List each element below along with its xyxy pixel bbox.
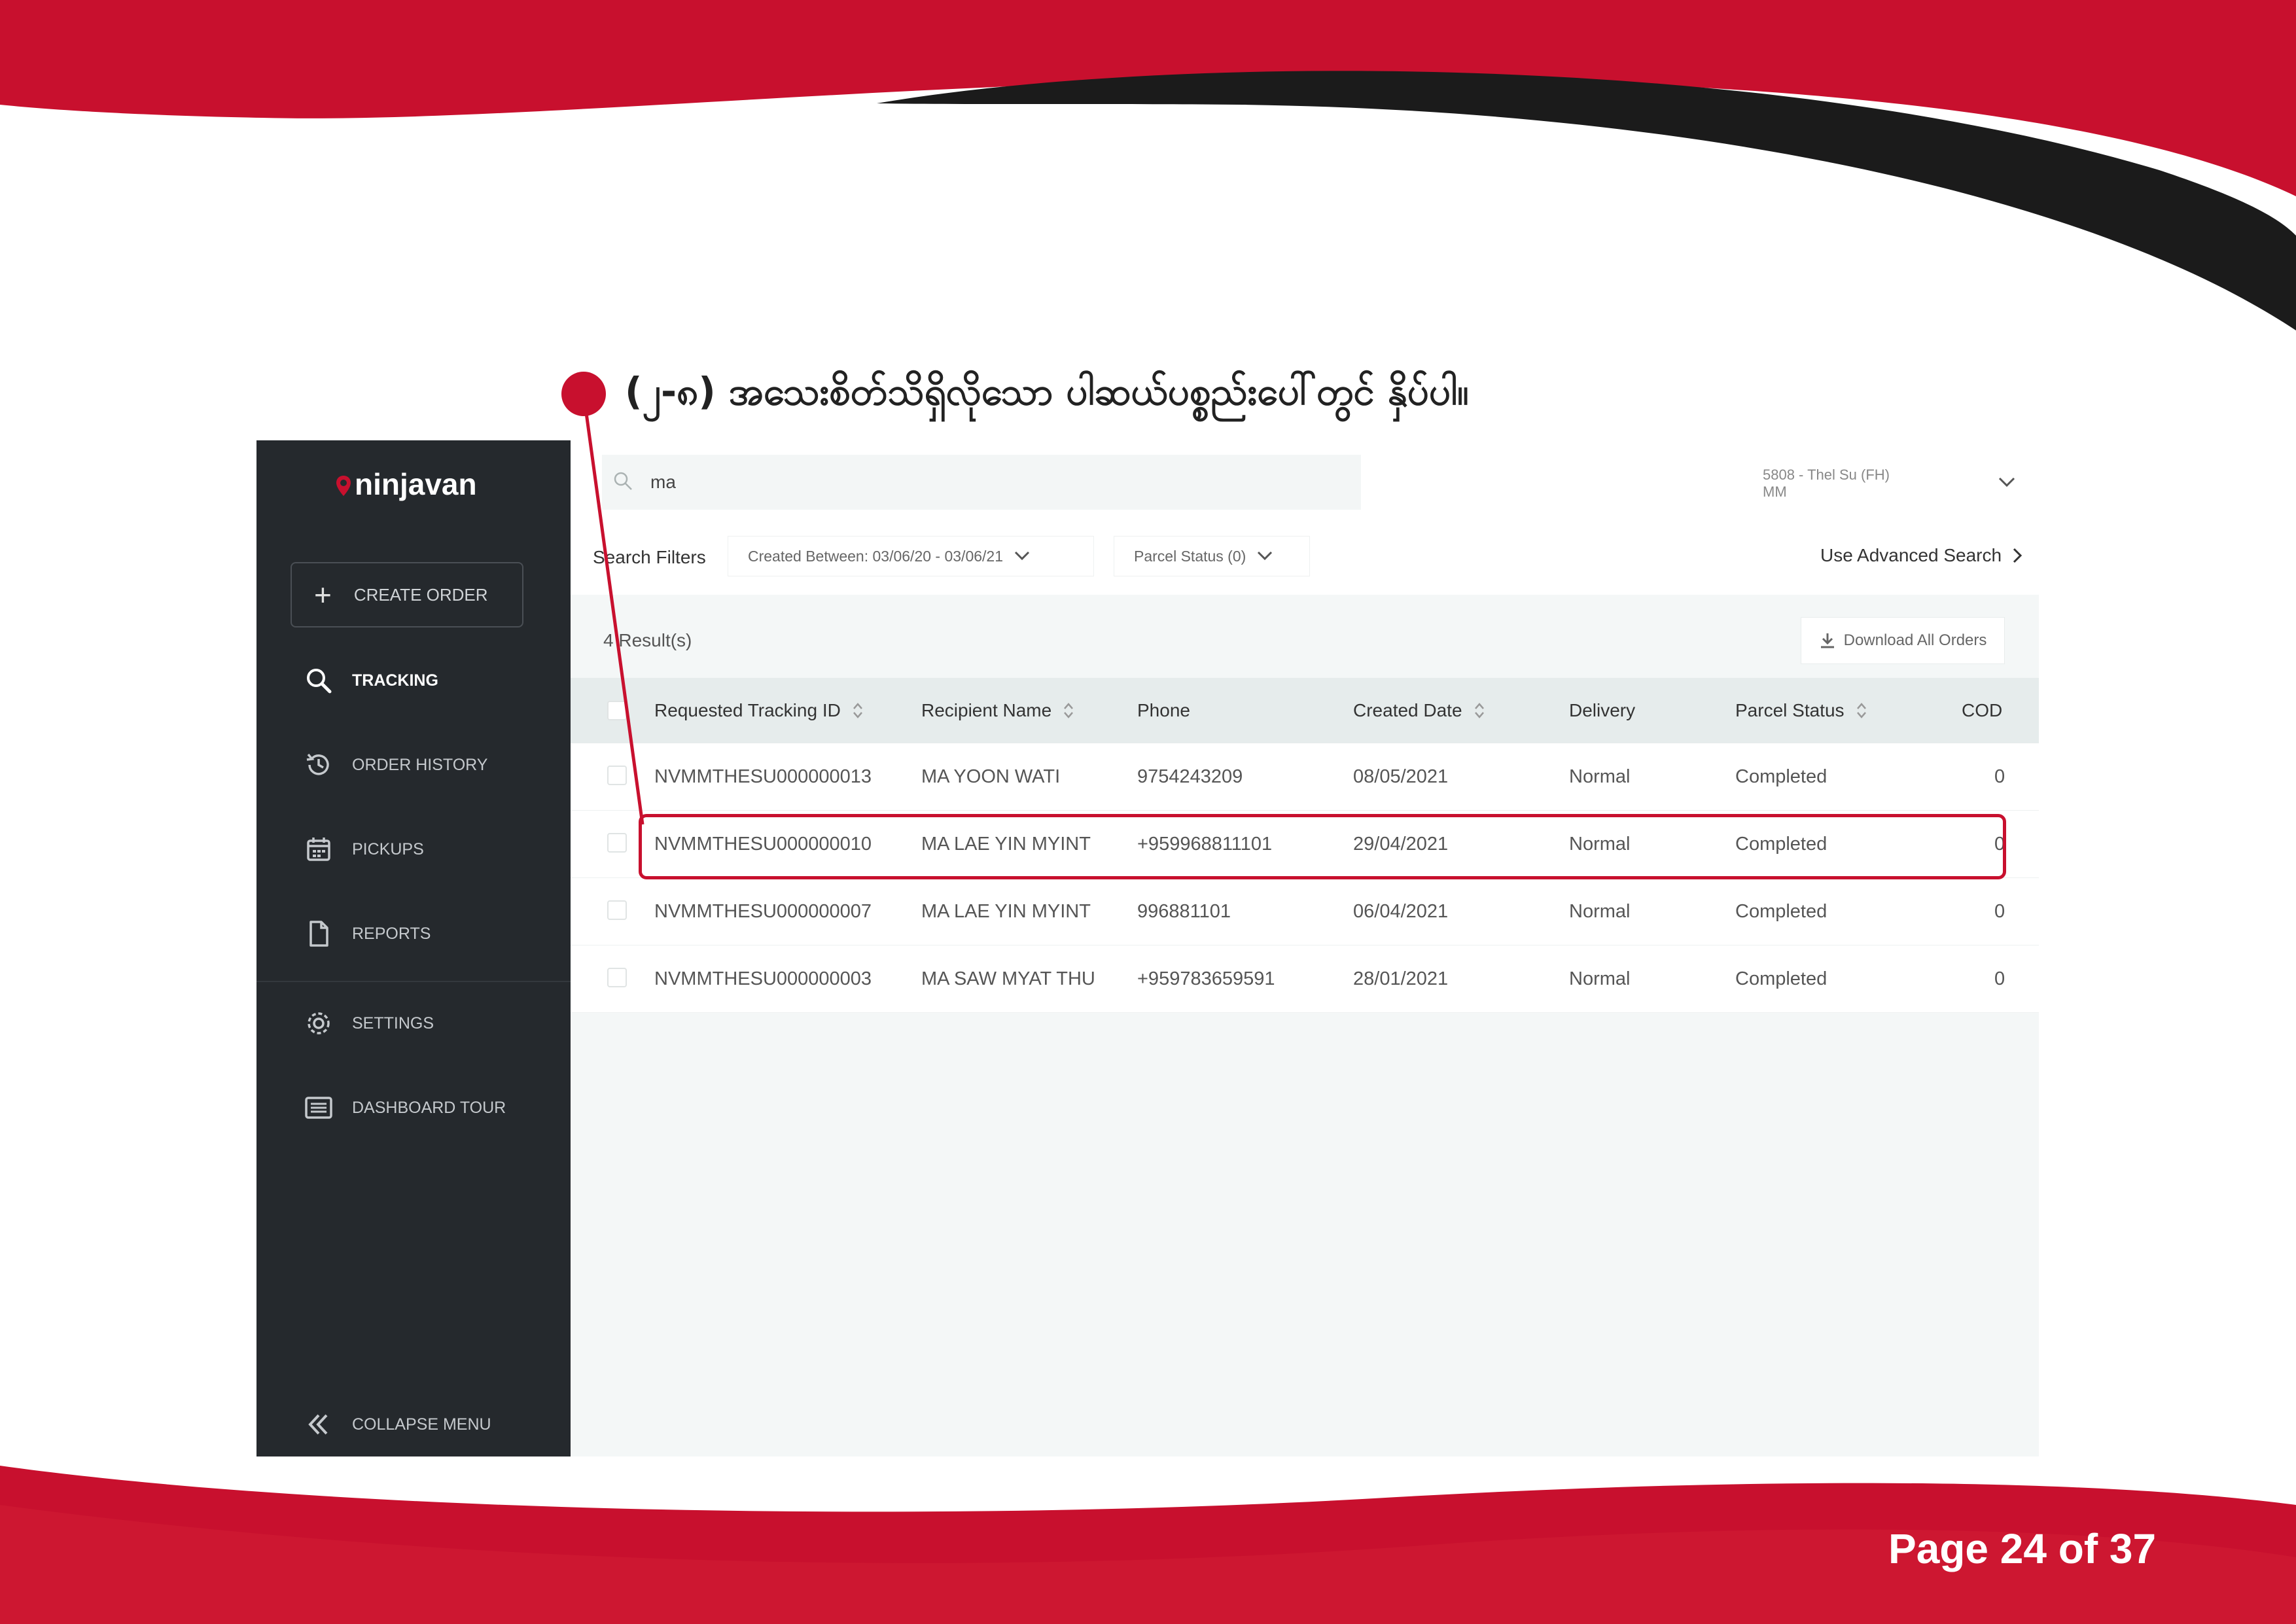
page-number: Page 24 of 37 [1888, 1525, 2157, 1572]
highlighted-row-callout [639, 814, 2006, 879]
callout-pointer-line [582, 393, 645, 825]
